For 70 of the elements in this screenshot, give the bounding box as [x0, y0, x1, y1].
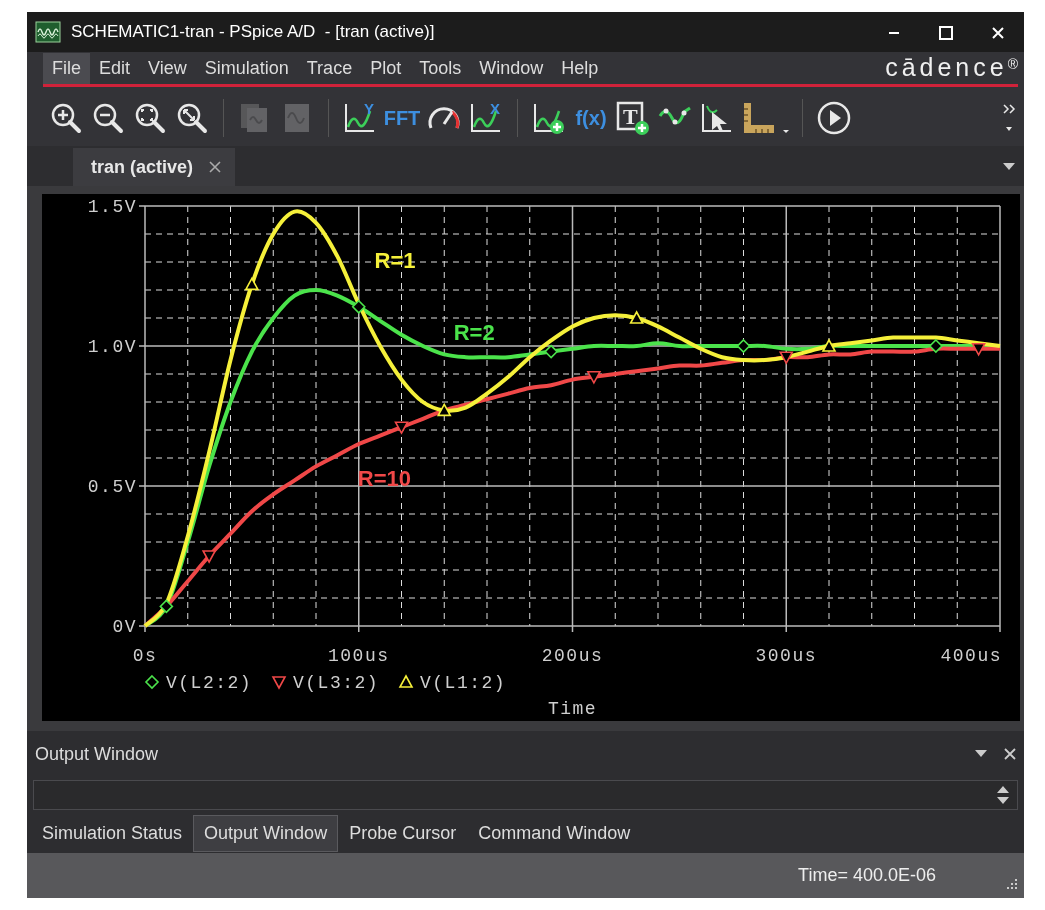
data-marker	[778, 351, 794, 365]
add-text-button[interactable]: T	[614, 98, 652, 138]
axis-tick-label: 1.5V	[87, 197, 137, 217]
menu-item[interactable]: Help	[552, 52, 608, 84]
brand-logo: cādence$^{®}$	[885, 52, 1018, 84]
data-marker	[201, 550, 217, 564]
curve-annotation: R=10	[357, 466, 411, 491]
panel-tab[interactable]: Probe Cursor	[338, 814, 468, 852]
y-axis-plot-button[interactable]: Y	[341, 98, 379, 138]
axis-tick-label: 200us	[541, 646, 604, 666]
close-icon	[209, 161, 222, 173]
axis-title: Time	[547, 699, 598, 719]
output-field[interactable]	[33, 780, 1018, 810]
menu-item[interactable]: Trace	[297, 52, 362, 84]
data-marker	[436, 402, 452, 417]
menu-item[interactable]: Plot	[361, 52, 411, 84]
axis-tick-label: 0V	[112, 617, 137, 637]
caret-icon[interactable]	[1004, 125, 1014, 133]
data-marker	[629, 310, 644, 324]
legend-label: V(L1:2)	[420, 673, 507, 693]
app-icon	[35, 21, 61, 43]
minimize-icon	[889, 31, 899, 34]
legend-marker-icon	[398, 674, 414, 688]
data-marker	[928, 338, 943, 354]
panel-tab[interactable]: Command Window	[467, 814, 642, 852]
data-marker	[394, 421, 409, 435]
menu-item[interactable]: Edit	[90, 52, 140, 84]
axis-tick-label: 400us	[940, 646, 1002, 666]
chevrons-icon[interactable]	[1002, 103, 1016, 115]
legend-label: V(L3:2)	[293, 673, 380, 693]
data-marker	[971, 343, 986, 357]
legend-marker-icon	[271, 676, 287, 690]
function-button[interactable]: f(x)	[572, 98, 610, 138]
menu-item[interactable]: Tools	[410, 52, 471, 84]
data-marker	[736, 338, 751, 354]
play-icon	[816, 100, 852, 136]
status-text: Time= 400.0E-06	[798, 864, 936, 887]
data-marker	[544, 344, 559, 359]
axis-tick-label: 0s	[132, 646, 158, 666]
axis-tick-label: 300us	[755, 646, 817, 666]
axis-tick-label: 1.0V	[87, 337, 137, 357]
data-marker	[244, 276, 260, 291]
dropdown-icon[interactable]	[974, 749, 988, 759]
menu-item[interactable]: Simulation	[195, 52, 298, 84]
document-tab[interactable]: tran (active)	[73, 148, 236, 186]
axis-tick-label: 0.5V	[87, 477, 137, 497]
window-title: SCHEMATIC1-tran - PSpice A/D - [tran (active)]	[71, 21, 435, 44]
panel-tab[interactable]: Output Window	[193, 814, 339, 852]
close-icon[interactable]	[1004, 748, 1016, 760]
dropdown-icon[interactable]	[1002, 162, 1016, 172]
menu-item[interactable]: Window	[470, 52, 553, 84]
menu-item[interactable]: File	[43, 52, 90, 84]
curve-annotation: R=1	[374, 247, 416, 273]
data-marker	[821, 338, 837, 352]
panel-tab[interactable]: Simulation Status	[31, 814, 194, 852]
data-marker	[351, 299, 366, 314]
panel-title: Output Window	[35, 742, 159, 766]
curve-annotation: R=2	[453, 320, 495, 346]
menu-item[interactable]: View	[139, 52, 196, 84]
fft-button[interactable]: FFT	[383, 98, 421, 138]
legend-label: V(L2:2)	[166, 673, 253, 693]
data-marker	[159, 599, 174, 614]
x-axis-plot-button[interactable]: X	[467, 98, 505, 138]
data-marker	[586, 371, 602, 385]
ruler-icon	[741, 100, 777, 136]
axis-tick-label: 100us	[328, 646, 390, 666]
close-icon	[992, 26, 1004, 39]
maximize-icon	[939, 25, 953, 40]
legend-marker-icon	[144, 674, 160, 690]
resize-grip-icon	[1006, 877, 1018, 890]
